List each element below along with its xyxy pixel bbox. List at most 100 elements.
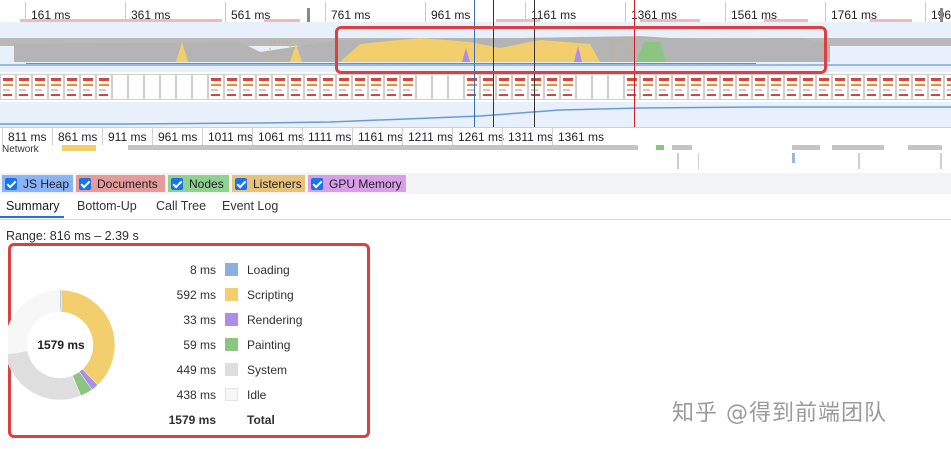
filmstrip-frame[interactable] bbox=[928, 74, 944, 100]
frame-content bbox=[499, 84, 509, 86]
filmstrip-frame[interactable] bbox=[496, 74, 512, 100]
checkbox-icon[interactable] bbox=[5, 177, 17, 190]
filmstrip-frame[interactable] bbox=[416, 74, 432, 100]
filmstrip-frame[interactable] bbox=[896, 74, 912, 100]
frame-content bbox=[19, 78, 29, 81]
screenshot-filmstrip[interactable] bbox=[0, 72, 951, 102]
filmstrip-frame[interactable] bbox=[608, 74, 624, 100]
frame-content bbox=[755, 89, 762, 91]
filmstrip-frame[interactable] bbox=[192, 74, 208, 100]
memory-counter-nodes[interactable]: Nodes bbox=[168, 175, 229, 192]
details-tabs: Summary Bottom-Up Call Tree Event Log bbox=[0, 194, 951, 220]
checkbox-icon[interactable] bbox=[311, 177, 323, 190]
filmstrip-frame[interactable] bbox=[768, 74, 784, 100]
filmstrip-frame[interactable] bbox=[288, 74, 304, 100]
window-edge-right[interactable] bbox=[940, 8, 943, 22]
filmstrip-frame[interactable] bbox=[688, 74, 704, 100]
filmstrip-frame[interactable] bbox=[720, 74, 736, 100]
filmstrip-frame[interactable] bbox=[112, 74, 128, 100]
frame-content bbox=[707, 78, 717, 81]
filmstrip-frame[interactable] bbox=[800, 74, 816, 100]
checkbox-icon[interactable] bbox=[171, 177, 183, 190]
frame-content bbox=[627, 89, 634, 91]
filmstrip-frame[interactable] bbox=[512, 74, 528, 100]
timeline-overview[interactable]: 161 ms 361 ms 561 ms 761 ms 961 ms 1161 ms 136… bbox=[0, 0, 951, 127]
filmstrip-frame[interactable] bbox=[560, 74, 576, 100]
network-row[interactable]: Network bbox=[0, 145, 951, 171]
filmstrip-frame[interactable] bbox=[944, 74, 951, 100]
filmstrip-frame[interactable] bbox=[352, 74, 368, 100]
tab-summary[interactable]: Summary bbox=[6, 199, 59, 213]
memory-counter-label: GPU Memory bbox=[329, 176, 402, 191]
filmstrip-frame[interactable] bbox=[368, 74, 384, 100]
detail-tick-line bbox=[2, 128, 3, 146]
frame-content bbox=[659, 84, 669, 86]
filmstrip-frame[interactable] bbox=[544, 74, 560, 100]
filmstrip-frame[interactable] bbox=[624, 74, 640, 100]
checkbox-icon[interactable] bbox=[235, 177, 247, 190]
filmstrip-frame[interactable] bbox=[848, 74, 864, 100]
memory-counter-gpu-memory[interactable]: GPU Memory bbox=[308, 175, 406, 192]
filmstrip-frame[interactable] bbox=[592, 74, 608, 100]
frame-content bbox=[291, 78, 301, 81]
checkbox-icon[interactable] bbox=[79, 177, 91, 190]
filmstrip-frame[interactable] bbox=[912, 74, 928, 100]
filmstrip-frame[interactable] bbox=[752, 74, 768, 100]
tab-event-log[interactable]: Event Log bbox=[222, 199, 278, 213]
filmstrip-frame[interactable] bbox=[128, 74, 144, 100]
filmstrip-frame[interactable] bbox=[96, 74, 112, 100]
filmstrip-frame[interactable] bbox=[880, 74, 896, 100]
tab-call-tree[interactable]: Call Tree bbox=[156, 199, 206, 213]
filmstrip-frame[interactable] bbox=[304, 74, 320, 100]
filmstrip-frame[interactable] bbox=[256, 74, 272, 100]
filmstrip-frame[interactable] bbox=[144, 74, 160, 100]
filmstrip-frame[interactable] bbox=[672, 74, 688, 100]
filmstrip-frame[interactable] bbox=[528, 74, 544, 100]
frame-content bbox=[899, 84, 909, 86]
frame-content bbox=[755, 84, 765, 86]
filmstrip-frame[interactable] bbox=[448, 74, 464, 100]
filmstrip-frame[interactable] bbox=[272, 74, 288, 100]
filmstrip-frame[interactable] bbox=[704, 74, 720, 100]
memory-counter-listeners[interactable]: Listeners bbox=[232, 175, 305, 192]
filmstrip-frame[interactable] bbox=[656, 74, 672, 100]
filmstrip-frame[interactable] bbox=[736, 74, 752, 100]
memory-counter-js-heap[interactable]: JS Heap bbox=[2, 175, 73, 192]
frame-content bbox=[243, 94, 252, 96]
frame-content bbox=[83, 89, 90, 91]
filmstrip-frame[interactable] bbox=[576, 74, 592, 100]
filmstrip-frame[interactable] bbox=[640, 74, 656, 100]
memory-counter-documents[interactable]: Documents bbox=[76, 175, 165, 192]
filmstrip-frame[interactable] bbox=[16, 74, 32, 100]
frame-content bbox=[499, 78, 509, 81]
frame-content bbox=[403, 78, 413, 81]
filmstrip-frame[interactable] bbox=[832, 74, 848, 100]
frame-content bbox=[243, 78, 253, 81]
frame-content bbox=[483, 89, 490, 91]
tab-bottom-up[interactable]: Bottom-Up bbox=[77, 199, 137, 213]
filmstrip-frame[interactable] bbox=[160, 74, 176, 100]
filmstrip-frame[interactable] bbox=[400, 74, 416, 100]
filmstrip-frame[interactable] bbox=[0, 74, 16, 100]
window-edge-left[interactable] bbox=[307, 8, 310, 22]
filmstrip-frame[interactable] bbox=[336, 74, 352, 100]
filmstrip-frame[interactable] bbox=[208, 74, 224, 100]
detail-tick-label: 1311 ms bbox=[508, 130, 554, 144]
frame-content bbox=[803, 84, 813, 86]
filmstrip-frame[interactable] bbox=[320, 74, 336, 100]
filmstrip-frame[interactable] bbox=[48, 74, 64, 100]
filmstrip-frame[interactable] bbox=[64, 74, 80, 100]
filmstrip-frame[interactable] bbox=[432, 74, 448, 100]
filmstrip-frame[interactable] bbox=[784, 74, 800, 100]
filmstrip-frame[interactable] bbox=[864, 74, 880, 100]
filmstrip-frame[interactable] bbox=[224, 74, 240, 100]
frame-content bbox=[531, 78, 541, 81]
filmstrip-frame[interactable] bbox=[384, 74, 400, 100]
filmstrip-frame[interactable] bbox=[32, 74, 48, 100]
filmstrip-frame[interactable] bbox=[176, 74, 192, 100]
filmstrip-frame[interactable] bbox=[816, 74, 832, 100]
filmstrip-frame[interactable] bbox=[240, 74, 256, 100]
filmstrip-frame[interactable] bbox=[464, 74, 480, 100]
frame-content bbox=[227, 84, 237, 86]
filmstrip-frame[interactable] bbox=[80, 74, 96, 100]
